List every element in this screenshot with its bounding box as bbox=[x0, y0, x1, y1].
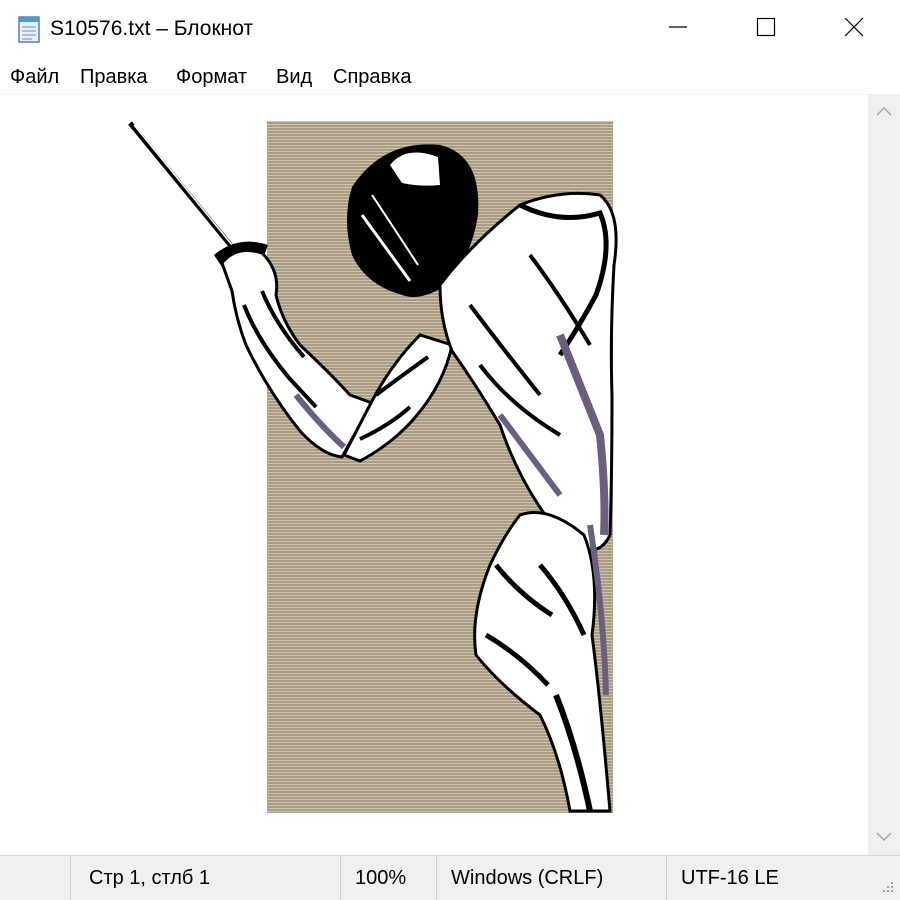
maximize-icon bbox=[756, 17, 776, 42]
maximize-button[interactable] bbox=[720, 0, 812, 58]
minimize-icon bbox=[668, 17, 688, 42]
status-line-endings: Windows (CRLF) bbox=[436, 856, 666, 900]
status-bar: Стр 1, стлб 1 100% Windows (CRLF) UTF-16… bbox=[0, 855, 900, 900]
status-encoding: UTF-16 LE bbox=[666, 856, 866, 900]
text-editor-area[interactable] bbox=[0, 95, 868, 855]
chevron-down-icon bbox=[876, 829, 892, 847]
chevron-up-icon bbox=[876, 103, 892, 121]
resize-grip-icon[interactable] bbox=[878, 878, 896, 896]
close-button[interactable] bbox=[808, 0, 900, 58]
menu-bar: Файл Правка Формат Вид Справка bbox=[0, 58, 900, 94]
status-zoom: 100% bbox=[340, 856, 436, 900]
title-bar[interactable]: S10576.txt – Блокнот bbox=[0, 0, 900, 58]
scroll-up-button[interactable] bbox=[868, 95, 900, 129]
menu-help[interactable]: Справка bbox=[333, 66, 411, 88]
minimize-button[interactable] bbox=[632, 0, 724, 58]
vertical-scrollbar[interactable] bbox=[868, 95, 900, 855]
close-icon bbox=[844, 17, 864, 42]
window-title: S10576.txt – Блокнот bbox=[50, 17, 254, 40]
scroll-down-button[interactable] bbox=[868, 821, 900, 855]
status-cursor-position: Стр 1, стлб 1 bbox=[70, 856, 340, 900]
notepad-icon bbox=[16, 14, 42, 44]
menu-format[interactable]: Формат bbox=[176, 66, 247, 88]
menu-file[interactable]: Файл bbox=[10, 66, 59, 88]
ascii-art-fencer bbox=[128, 121, 618, 813]
menu-edit[interactable]: Правка bbox=[80, 66, 148, 88]
menu-view[interactable]: Вид bbox=[276, 66, 312, 88]
